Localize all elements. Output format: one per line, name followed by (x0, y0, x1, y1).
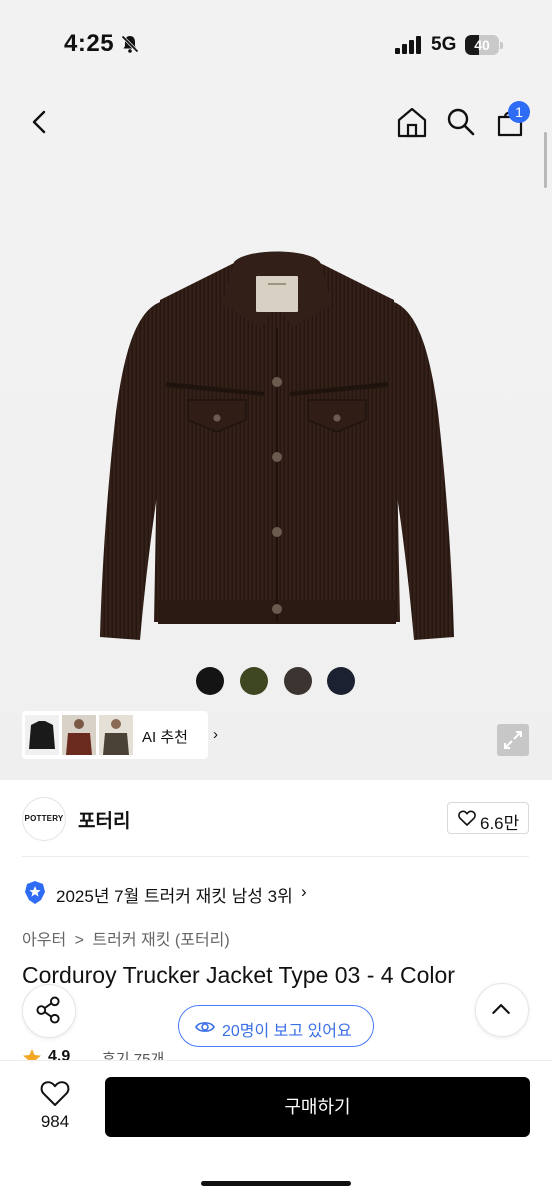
cart-badge: 1 (508, 101, 530, 123)
chevron-up-icon (492, 1004, 510, 1014)
search-icon[interactable] (441, 102, 481, 142)
scroll-top-button[interactable] (475, 983, 529, 1037)
product-photo (100, 251, 454, 640)
wish-count: 984 (40, 1112, 70, 1131)
eye-icon (195, 1022, 215, 1032)
brand-logo[interactable]: POTTERY (22, 797, 66, 841)
chevron-right-icon: › (213, 726, 218, 743)
product-image-area[interactable]: 1 AI 추천 › (0, 92, 552, 780)
viewers-badge: 20명이 보고 있어요 (178, 1005, 374, 1047)
buy-button[interactable]: 구매하기 (105, 1077, 530, 1137)
share-icon (36, 996, 60, 1024)
signal-icon (395, 36, 421, 54)
chevron-right-icon: › (301, 882, 307, 901)
ranking-badge-icon (25, 881, 45, 904)
expand-icon[interactable] (497, 724, 529, 756)
battery-indicator: 40 (465, 35, 503, 55)
recommend-thumbnail (25, 715, 59, 755)
color-swatch[interactable] (327, 667, 355, 695)
breadcrumb-separator: > (74, 932, 84, 949)
breadcrumb-item[interactable]: 트러커 재킷 (포터리) (92, 932, 229, 949)
breadcrumb: 아우터 > 트러커 재킷 (포터리) (22, 926, 230, 950)
status-time: 4:25 (64, 30, 115, 57)
brand-like-count: 6.6만 (480, 814, 520, 833)
color-swatch[interactable] (196, 667, 224, 695)
heart-icon[interactable] (40, 1079, 70, 1107)
viewers-text: 20명이 보고 있어요 (222, 1023, 352, 1040)
status-bar: 4:25 5G 40 (0, 0, 552, 92)
breadcrumb-item[interactable]: 아우터 (22, 932, 66, 949)
home-indicator (201, 1181, 351, 1186)
brand-like-button[interactable]: 6.6만 (447, 802, 529, 834)
battery-label: 40 (474, 37, 490, 53)
bottom-action-bar: 984 구매하기 (0, 1060, 552, 1200)
home-icon[interactable] (392, 102, 432, 142)
heart-icon (458, 810, 476, 826)
ai-recommend-button[interactable]: AI 추천 › (22, 711, 218, 759)
ai-recommend-label: AI 추천 (142, 729, 188, 746)
bell-slash-icon (121, 35, 139, 53)
scrollbar[interactable] (544, 132, 547, 188)
network-label: 5G (431, 34, 457, 55)
color-swatch[interactable] (240, 667, 268, 695)
color-swatch[interactable] (284, 667, 312, 695)
back-icon[interactable] (20, 102, 60, 142)
divider (22, 856, 529, 857)
product-title: Corduroy Trucker Jacket Type 03 - 4 Colo… (22, 962, 455, 988)
recommend-thumbnail (99, 715, 133, 755)
brand-name[interactable]: 포터리 (78, 806, 130, 833)
recommend-thumbnail (62, 715, 96, 755)
ranking-link[interactable]: 2025년 7월 트러커 재킷 남성 3위 (56, 882, 293, 907)
share-button[interactable] (22, 984, 76, 1038)
